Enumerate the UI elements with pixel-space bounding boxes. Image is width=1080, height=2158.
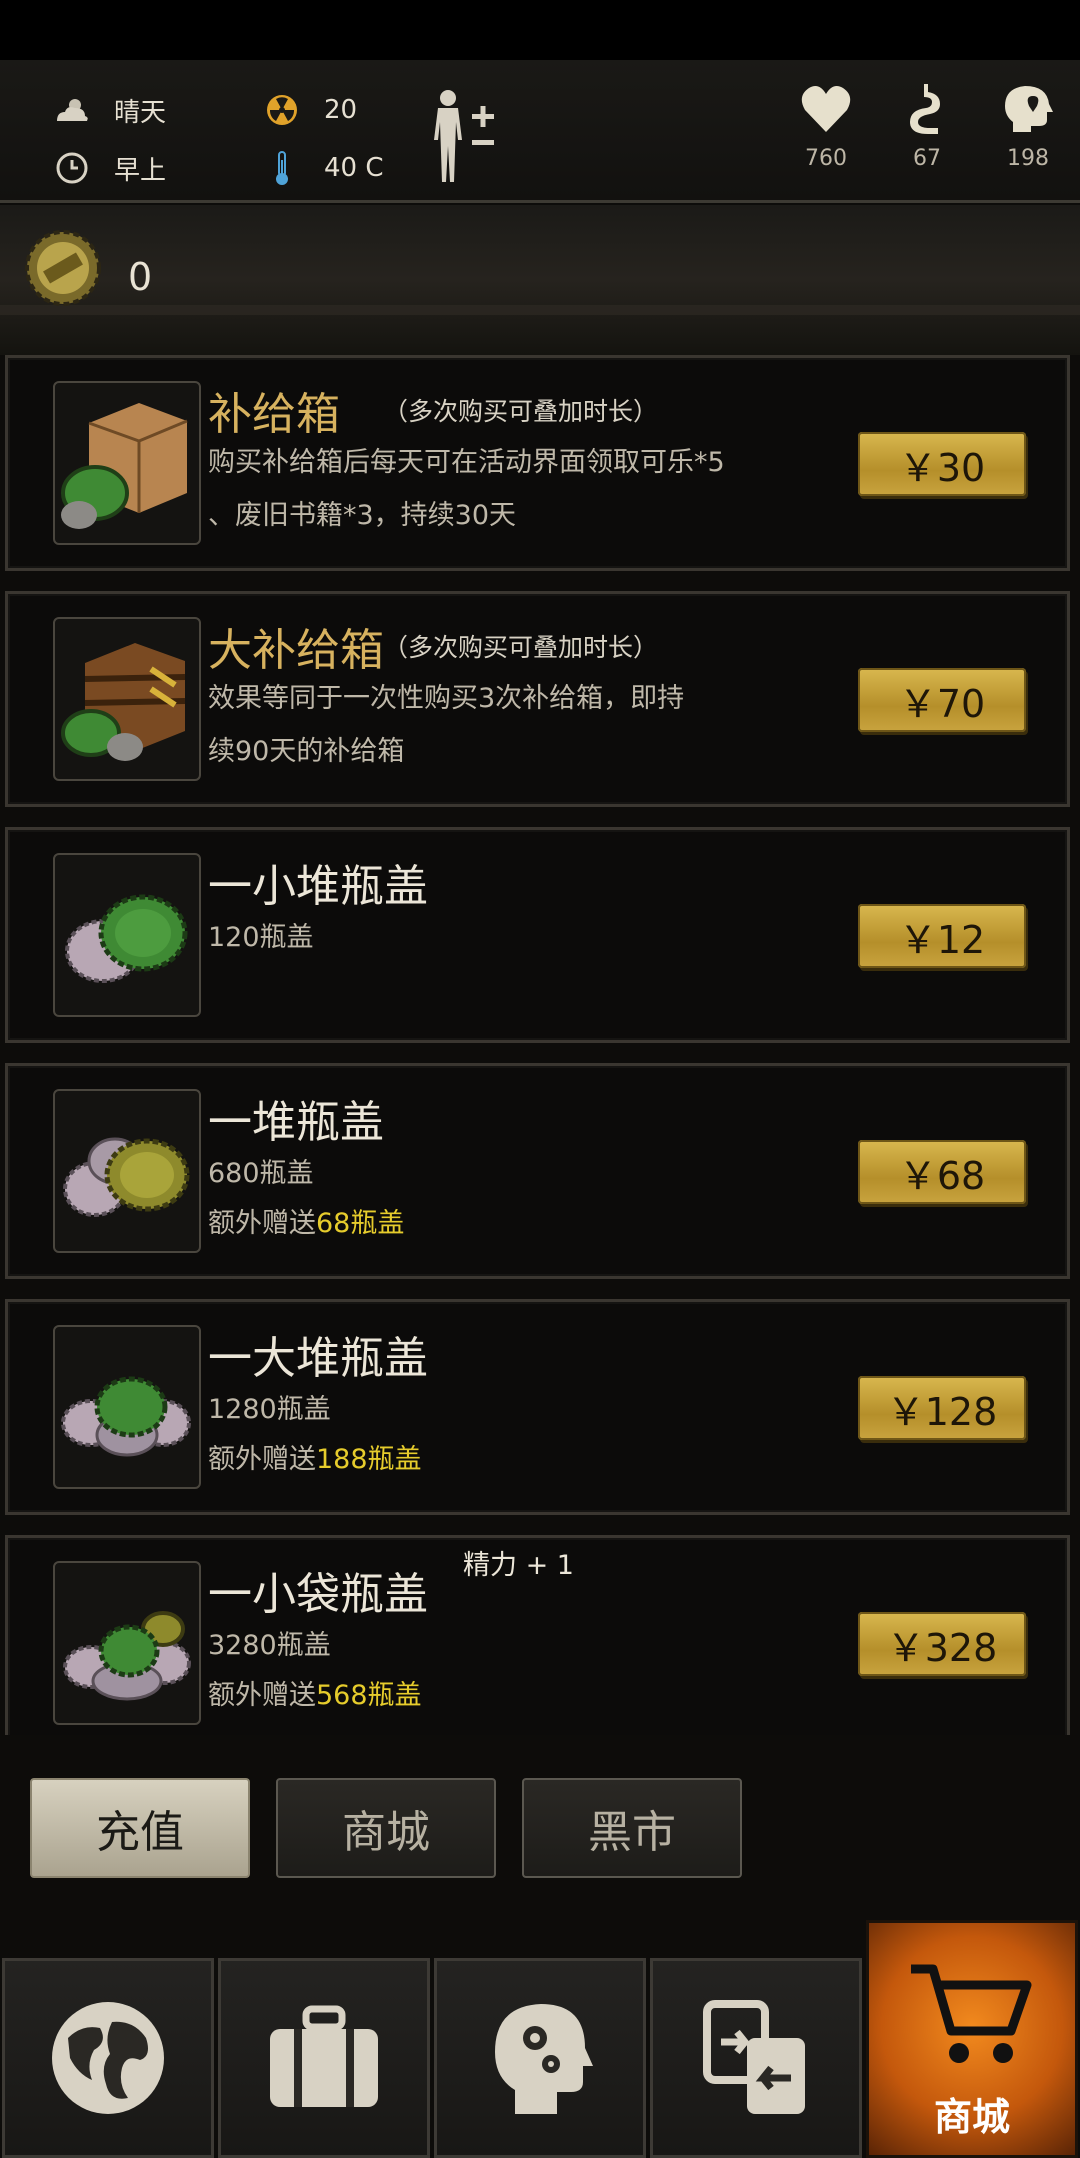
big-pile-caps-thumbnail <box>53 1325 201 1489</box>
nav-skills-button[interactable] <box>434 1958 646 2158</box>
brain-icon <box>1005 86 1053 132</box>
shop-item-big-pile-caps[interactable]: 一大堆瓶盖 1280瓶盖 额外赠送188瓶盖 ￥128 <box>5 1299 1070 1515</box>
bonus-value: 568瓶盖 <box>316 1680 422 1711</box>
clock-icon <box>52 148 92 188</box>
radiation-status: 20 <box>262 90 357 130</box>
hunger-value: 67 <box>913 146 941 171</box>
time-label: 早上 <box>114 155 167 186</box>
swap-icon <box>703 2000 805 2114</box>
bonus-prefix: 额外赠送 <box>208 1444 316 1475</box>
supply-box-thumbnail <box>53 381 201 545</box>
shop-item-pile-caps[interactable]: 一堆瓶盖 680瓶盖 额外赠送68瓶盖 ￥68 <box>5 1063 1070 1279</box>
item-note: （多次购买可叠加时长） <box>383 397 659 426</box>
health-value: 760 <box>805 146 847 171</box>
time-status: 早上 <box>52 148 166 188</box>
body-icon[interactable] <box>428 88 498 188</box>
item-title: 一小堆瓶盖 <box>208 861 428 912</box>
radiation-value: 20 <box>324 95 358 125</box>
price-button[interactable]: ￥12 <box>858 904 1026 968</box>
small-bag-caps-thumbnail <box>53 1561 201 1725</box>
item-title: 一小袋瓶盖 <box>208 1569 428 1620</box>
heart-icon <box>801 86 851 132</box>
small-pile-caps-thumbnail <box>53 853 201 1017</box>
item-title: 大补给箱 <box>208 625 384 676</box>
hunger-stat: 67 <box>882 82 972 171</box>
bonus-value: 68瓶盖 <box>316 1208 405 1239</box>
top-hud: 晴天 早上 20 40 C 760 67 198 <box>0 60 1080 203</box>
shop-item-supply-box[interactable]: 补给箱 （多次购买可叠加时长） 购买补给箱后每天可在活动界面领取可乐*5 、废旧… <box>5 355 1070 571</box>
weather-sun-cloud-icon <box>52 90 92 130</box>
price-button[interactable]: ￥328 <box>858 1612 1026 1676</box>
price-button[interactable]: ￥68 <box>858 1140 1026 1204</box>
item-amount: 1280瓶盖 <box>208 1394 331 1425</box>
floating-energy-text: 精力 + 1 <box>463 1550 574 1581</box>
caps-count: 0 <box>128 255 153 299</box>
bonus-prefix: 额外赠送 <box>208 1680 316 1711</box>
pile-caps-thumbnail <box>53 1089 201 1253</box>
rail-divider <box>0 305 1080 315</box>
item-amount: 3280瓶盖 <box>208 1630 331 1661</box>
bonus-prefix: 额外赠送 <box>208 1208 316 1239</box>
nav-shop-button[interactable]: 商城 <box>866 1920 1078 2158</box>
cart-icon <box>911 1964 1032 2063</box>
item-desc-line2: 、废旧书籍*3，持续30天 <box>208 500 517 531</box>
tab-black-market[interactable]: 黑市 <box>522 1778 742 1878</box>
temperature-status: 40 C <box>262 148 384 188</box>
globe-icon <box>52 2002 164 2114</box>
weather-status: 晴天 <box>52 90 166 130</box>
nav-inventory-button[interactable] <box>218 1958 430 2158</box>
item-desc-line1: 购买补给箱后每天可在活动界面领取可乐*5 <box>208 447 725 478</box>
item-desc-line1: 效果等同于一次性购买3次补给箱，即持 <box>208 683 685 714</box>
item-title: 一大堆瓶盖 <box>208 1333 428 1384</box>
bonus-value: 188瓶盖 <box>316 1444 422 1475</box>
item-bonus: 额外赠送188瓶盖 <box>208 1437 422 1476</box>
price-button[interactable]: ￥70 <box>858 668 1026 732</box>
weather-label: 晴天 <box>114 97 167 128</box>
stomach-icon <box>910 84 940 134</box>
thermometer-icon <box>262 148 302 188</box>
shop-item-small-pile-caps[interactable]: 一小堆瓶盖 120瓶盖 ￥12 <box>5 827 1070 1043</box>
big-supply-box-thumbnail <box>53 617 201 781</box>
currency-bar: 0 <box>0 205 1080 355</box>
shop-item-big-supply-box[interactable]: 大补给箱 （多次购买可叠加时长） 效果等同于一次性购买3次补给箱，即持 续90天… <box>5 591 1070 807</box>
radiation-icon <box>262 90 302 130</box>
nav-map-button[interactable] <box>2 1958 214 2158</box>
bottle-cap-icon <box>22 227 104 313</box>
item-bonus: 额外赠送68瓶盖 <box>208 1201 404 1240</box>
health-stat: 760 <box>781 82 871 171</box>
suitcase-icon <box>270 2005 378 2107</box>
status-bar <box>0 0 1080 60</box>
tab-recharge[interactable]: 充值 <box>30 1778 250 1878</box>
bottom-nav: 商城 <box>0 1920 1080 2158</box>
nav-trade-button[interactable] <box>650 1958 862 2158</box>
head-gears-icon <box>495 2004 593 2114</box>
item-bonus: 额外赠送568瓶盖 <box>208 1673 422 1712</box>
item-amount: 120瓶盖 <box>208 922 314 953</box>
item-desc-line2: 续90天的补给箱 <box>208 736 405 767</box>
tab-shop[interactable]: 商城 <box>276 1778 496 1878</box>
mental-value: 198 <box>1007 146 1049 171</box>
nav-shop-label: 商城 <box>933 2095 1010 2139</box>
price-button[interactable]: ￥128 <box>858 1376 1026 1440</box>
item-amount: 680瓶盖 <box>208 1158 314 1189</box>
temperature-value: 40 C <box>324 153 384 183</box>
item-note: （多次购买可叠加时长） <box>383 633 659 662</box>
item-title: 一堆瓶盖 <box>208 1097 384 1148</box>
item-title: 补给箱 <box>208 389 340 440</box>
mental-stat: 198 <box>983 82 1073 171</box>
price-button[interactable]: ￥30 <box>858 432 1026 496</box>
